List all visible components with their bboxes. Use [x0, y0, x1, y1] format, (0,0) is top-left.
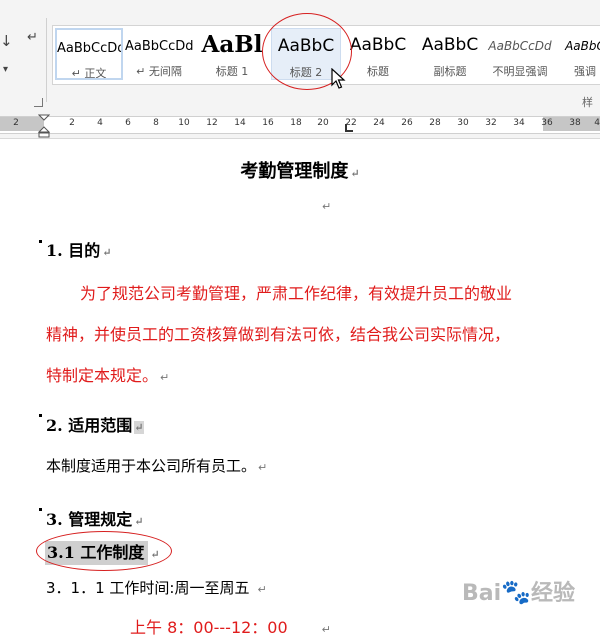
paragraph-mark-icon: ↵: [258, 461, 268, 474]
style-preview: AaBbC: [565, 39, 600, 53]
ruler-number: 34: [513, 118, 525, 128]
ruler-number: 38: [569, 118, 581, 128]
style-card[interactable]: AaBbCcDd ↵ 无间隔: [125, 28, 193, 80]
doc-title-text: 考勤管理制度: [240, 161, 349, 182]
style-card[interactable]: AaBbC 标题: [343, 28, 413, 80]
watermark-suffix: 经验: [531, 581, 576, 606]
ruler-number: 10: [178, 118, 190, 128]
heading-marker-icon: [39, 414, 42, 417]
style-preview: AaBl: [201, 31, 263, 57]
section-heading-rules: 3. 管理规定 ↵: [46, 506, 144, 530]
style-label: 标题: [367, 65, 389, 78]
sort-icon[interactable]: ↓: [0, 32, 13, 50]
morning-hours-line: 上午 8：00---12：00 ↵: [130, 614, 331, 638]
ruler-number: 26: [401, 118, 413, 128]
mouse-cursor-icon: [331, 68, 346, 89]
ruler-number: 36: [541, 118, 553, 128]
work-time-line: 3．1．1 工作时间:周一至周五 ↵: [46, 577, 267, 598]
ruler-number: 8: [153, 118, 159, 128]
ruler-number: 16: [262, 118, 274, 128]
ribbon: ↓ ↵ ▾ AaBbCcDd ↵ 正文 AaBbCcDd ↵ 无间隔 AaBl 标题 1A…: [0, 0, 600, 125]
ruler-number: 20: [317, 118, 329, 128]
ruler-number: 28: [429, 118, 441, 128]
ruler-number: 18: [290, 118, 302, 128]
paragraph-mark-icon: ↵: [350, 167, 360, 180]
morning-hours-text: 上午 8：00---12：00: [130, 618, 288, 637]
style-label: 强调: [574, 65, 596, 78]
paragraph-mark-icon: ↵: [321, 623, 331, 636]
paw-icon: 🐾: [501, 578, 532, 606]
section-heading-text: 1. 目的: [46, 241, 101, 260]
tab-stop-icon[interactable]: [345, 124, 353, 132]
purpose-line-2: 精神，并使员工的工资核算做到有法可依，结合我公司实际情况，: [46, 325, 511, 344]
empty-paragraph: ↵: [320, 195, 331, 214]
doc-title: 考勤管理制度 ↵: [0, 157, 600, 183]
style-label: ↵ 无间隔: [136, 65, 182, 78]
scope-text: 本制度适用于本公司所有员工。 ↵: [46, 455, 267, 476]
ruler-number: 30: [457, 118, 469, 128]
indent-marker-icon[interactable]: [38, 114, 50, 138]
style-preview: AaBbCcDd: [125, 39, 193, 54]
work-time-text: 3．1．1 工作时间:周一至周五: [46, 579, 250, 597]
watermark-logo-text: Bai: [462, 581, 502, 606]
paragraph-group-partial: ↓ ↵ ▾: [0, 22, 50, 110]
purpose-line-3: 特制定本规定。 ↵: [46, 362, 169, 386]
style-card[interactable]: AaBbCcDd ↵ 正文: [55, 28, 123, 80]
ruler-number: 14: [234, 118, 246, 128]
style-card[interactable]: AaBbC 强调: [555, 28, 600, 80]
ruler-number: 4: [97, 118, 103, 128]
ruler-number: 12: [206, 118, 218, 128]
purpose-line-3-text: 特制定本规定。: [46, 366, 159, 385]
paragraph-mark-icon: ↵: [257, 583, 267, 596]
paragraph-mark-icon: ↵: [102, 246, 112, 259]
style-card[interactable]: AaBl 标题 1: [195, 28, 269, 80]
group-divider: [46, 18, 47, 102]
dialog-launcher-icon[interactable]: [34, 98, 43, 107]
horizontal-ruler[interactable]: 2246810121416182022242628303234363840: [0, 112, 600, 139]
heading-marker-icon: [39, 508, 42, 511]
style-preview: AaBbC: [349, 35, 407, 55]
style-card[interactable]: AaBbCcDd 不明显强调: [487, 28, 553, 80]
style-label: 标题 1: [215, 65, 249, 78]
style-label: 副标题: [433, 65, 467, 78]
style-preview: AaBbC: [421, 35, 479, 55]
watermark-logo: Bai🐾经验: [462, 575, 575, 607]
document-page[interactable]: 考勤管理制度 ↵ ↵ 1. 目的 ↵ 为了规范公司考勤管理，严肃工作纪律，有效提升员…: [0, 139, 600, 643]
section-heading-scope: 2. 适用范围 ↵: [46, 412, 144, 436]
style-card[interactable]: AaBbC 副标题: [415, 28, 485, 80]
style-label: ↵ 正文: [71, 67, 107, 80]
style-preview: AaBbCcDd: [57, 41, 121, 56]
chevron-down-icon[interactable]: ▾: [3, 64, 8, 75]
heading-marker-icon: [39, 240, 42, 243]
purpose-line-1: 为了规范公司考勤管理，严肃工作纪律，有效提升员工的敬业: [80, 284, 513, 303]
scope-text-content: 本制度适用于本公司所有员工。: [46, 457, 257, 475]
ruler-number: 6: [125, 118, 131, 128]
section-heading-text: 2. 适用范围: [46, 416, 133, 435]
show-marks-icon[interactable]: ↵: [27, 30, 38, 45]
ruler-number: 2: [69, 118, 75, 128]
ruler-number: 40: [594, 118, 600, 128]
paragraph-mark-icon: ↵: [134, 421, 144, 434]
section-heading-text: 3. 管理规定: [46, 510, 133, 529]
ruler-number: 24: [373, 118, 385, 128]
style-preview: AaBbCcDd: [488, 39, 552, 53]
ruler-number: 2: [13, 118, 19, 128]
paragraph-mark-icon: ↵: [160, 371, 170, 384]
paragraph-mark-icon: ↵: [322, 200, 332, 213]
paragraph-mark-icon: ↵: [134, 515, 144, 528]
ruler-number: 32: [485, 118, 497, 128]
section-heading-purpose: 1. 目的 ↵: [46, 237, 112, 261]
annotation-circle-subheading: [36, 531, 172, 571]
style-label: 不明显强调: [492, 65, 548, 78]
